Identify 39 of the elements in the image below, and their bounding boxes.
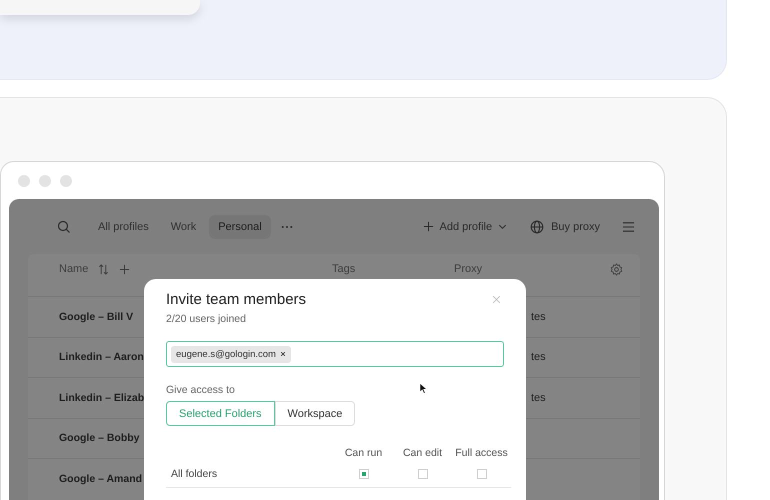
checkbox[interactable] bbox=[418, 469, 428, 479]
tab[interactable]: Work bbox=[162, 214, 206, 238]
column-header: Can run bbox=[344, 447, 384, 459]
checkbox[interactable] bbox=[358, 469, 368, 479]
window-dot-icon[interactable] bbox=[60, 174, 72, 186]
window-dot-icon[interactable] bbox=[18, 174, 30, 186]
settings-icon[interactable] bbox=[610, 263, 623, 276]
access-option[interactable]: Selected Folders bbox=[166, 401, 275, 426]
add-column-icon[interactable] bbox=[119, 264, 130, 274]
buy-proxy-button[interactable]: Buy proxy bbox=[530, 220, 600, 234]
cursor-icon bbox=[419, 382, 428, 395]
dialog-title: Invite team members bbox=[166, 291, 306, 308]
remove-icon[interactable] bbox=[280, 351, 286, 357]
column-header[interactable]: Name bbox=[59, 263, 88, 275]
access-label: Give access to bbox=[166, 384, 235, 396]
more-icon[interactable] bbox=[280, 224, 293, 228]
column-header[interactable]: Tags bbox=[332, 263, 454, 275]
column-header: Can edit bbox=[402, 447, 444, 459]
plus-icon bbox=[423, 221, 434, 232]
users-joined-count: 2/20 users joined bbox=[166, 313, 247, 325]
folder-name: All folders bbox=[170, 468, 218, 480]
table-cell: tes bbox=[531, 351, 546, 364]
table-cell: tes bbox=[531, 310, 546, 323]
email-chip[interactable]: eugene.s@gologin.com bbox=[171, 346, 291, 362]
column-header[interactable]: Proxy bbox=[454, 263, 610, 275]
add-profile-button[interactable]: Add profile bbox=[423, 220, 508, 232]
tab[interactable]: All profiles bbox=[89, 214, 158, 238]
close-icon[interactable] bbox=[492, 295, 501, 304]
table-cell: tes bbox=[531, 392, 546, 404]
tab[interactable]: Personal bbox=[209, 214, 271, 238]
checkbox[interactable] bbox=[476, 469, 486, 479]
sort-icon[interactable] bbox=[98, 264, 110, 274]
globe-icon bbox=[530, 220, 544, 234]
search-icon[interactable] bbox=[57, 220, 71, 234]
access-option[interactable]: Workspace bbox=[274, 401, 356, 426]
menu-icon[interactable] bbox=[622, 220, 635, 232]
email-input-field[interactable]: eugene.s@gologin.com bbox=[166, 341, 504, 367]
column-header: Full access bbox=[454, 447, 509, 459]
window-dot-icon[interactable] bbox=[39, 174, 51, 186]
